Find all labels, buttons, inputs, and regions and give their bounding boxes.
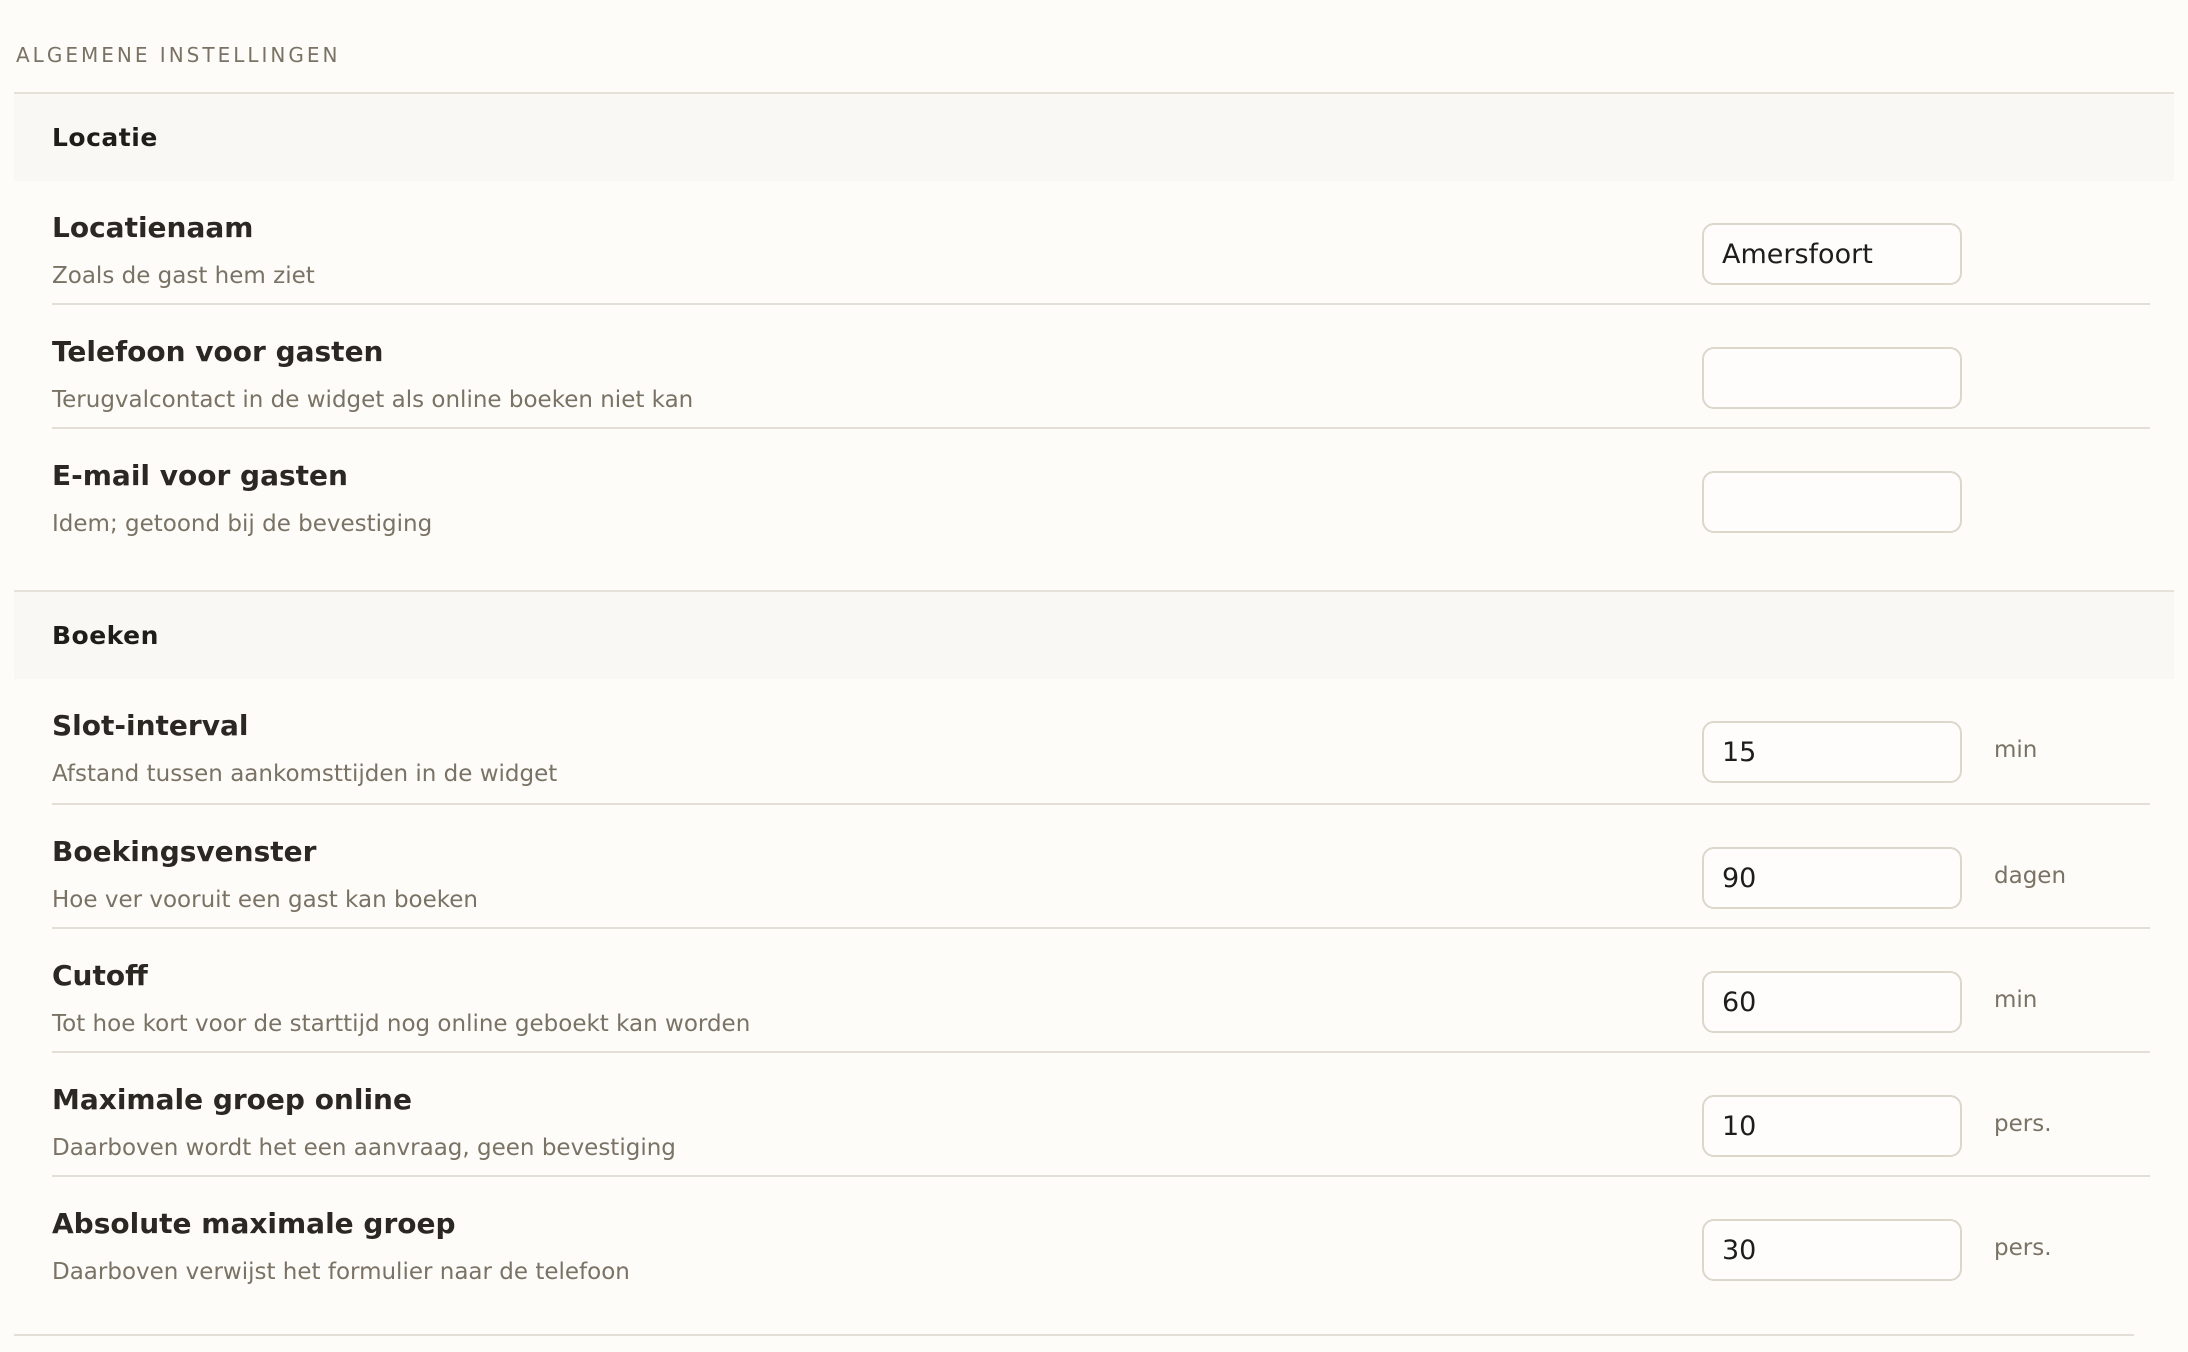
unit-label: pers. (1994, 1111, 2052, 1137)
slot-interval-input[interactable] (1702, 721, 1962, 783)
page-heading: ALGEMENE INSTELLINGEN (16, 43, 341, 67)
setting-row-locatienaam: Locatienaam Zoals de gast hem ziet (52, 181, 2150, 305)
section-title: Boeken (52, 621, 159, 650)
bottom-divider (14, 1334, 2134, 1336)
section-title: Locatie (52, 123, 158, 152)
boekingsvenster-input[interactable] (1702, 847, 1962, 909)
setting-label: E-mail voor gasten (52, 459, 348, 492)
setting-label: Telefoon voor gasten (52, 335, 384, 368)
setting-description: Terugvalcontact in de widget als online … (52, 387, 694, 413)
telefoon-input[interactable] (1702, 347, 1962, 409)
setting-label: Boekingsvenster (52, 835, 317, 868)
setting-label: Locatienaam (52, 211, 254, 244)
setting-description: Hoe ver vooruit een gast kan boeken (52, 887, 479, 913)
setting-description: Daarboven wordt het een aanvraag, geen b… (52, 1135, 676, 1161)
unit-label: min (1994, 987, 2038, 1013)
settings-page: ALGEMENE INSTELLINGEN Locatie Locatienaa… (0, 0, 2188, 1352)
setting-row-cutoff: Cutoff Tot hoe kort voor de starttijd no… (52, 929, 2150, 1053)
locatienaam-input[interactable] (1702, 223, 1962, 285)
setting-description: Afstand tussen aankomsttijden in de widg… (52, 761, 558, 787)
unit-label: pers. (1994, 1235, 2052, 1261)
unit-label: dagen (1994, 863, 2067, 889)
setting-row-telefoon: Telefoon voor gasten Terugvalcontact in … (52, 305, 2150, 429)
setting-label: Slot-interval (52, 709, 249, 742)
email-input[interactable] (1702, 471, 1962, 533)
setting-description: Idem; getoond bij de bevestiging (52, 511, 433, 537)
section-header-locatie: Locatie (14, 94, 2174, 181)
setting-label: Absolute maximale groep (52, 1207, 456, 1240)
setting-row-boekingsvenster: Boekingsvenster Hoe ver vooruit een gast… (52, 805, 2150, 929)
setting-description: Tot hoe kort voor de starttijd nog onlin… (52, 1011, 751, 1037)
setting-description: Zoals de gast hem ziet (52, 263, 315, 289)
max-groep-online-input[interactable] (1702, 1095, 1962, 1157)
setting-label: Maximale groep online (52, 1083, 412, 1116)
setting-row-absolute-max-groep: Absolute maximale groep Daarboven verwij… (52, 1177, 2150, 1301)
setting-row-email: E-mail voor gasten Idem; getoond bij de … (52, 429, 2150, 553)
setting-row-slot-interval: Slot-interval Afstand tussen aankomsttij… (52, 679, 2150, 805)
section-boeken: Boeken Slot-interval Afstand tussen aank… (14, 590, 2174, 1301)
setting-description: Daarboven verwijst het formulier naar de… (52, 1259, 630, 1285)
section-locatie: Locatie Locatienaam Zoals de gast hem zi… (14, 92, 2174, 553)
setting-label: Cutoff (52, 959, 148, 992)
absolute-max-groep-input[interactable] (1702, 1219, 1962, 1281)
cutoff-input[interactable] (1702, 971, 1962, 1033)
section-header-boeken: Boeken (14, 592, 2174, 679)
unit-label: min (1994, 737, 2038, 763)
setting-row-max-groep-online: Maximale groep online Daarboven wordt he… (52, 1053, 2150, 1177)
